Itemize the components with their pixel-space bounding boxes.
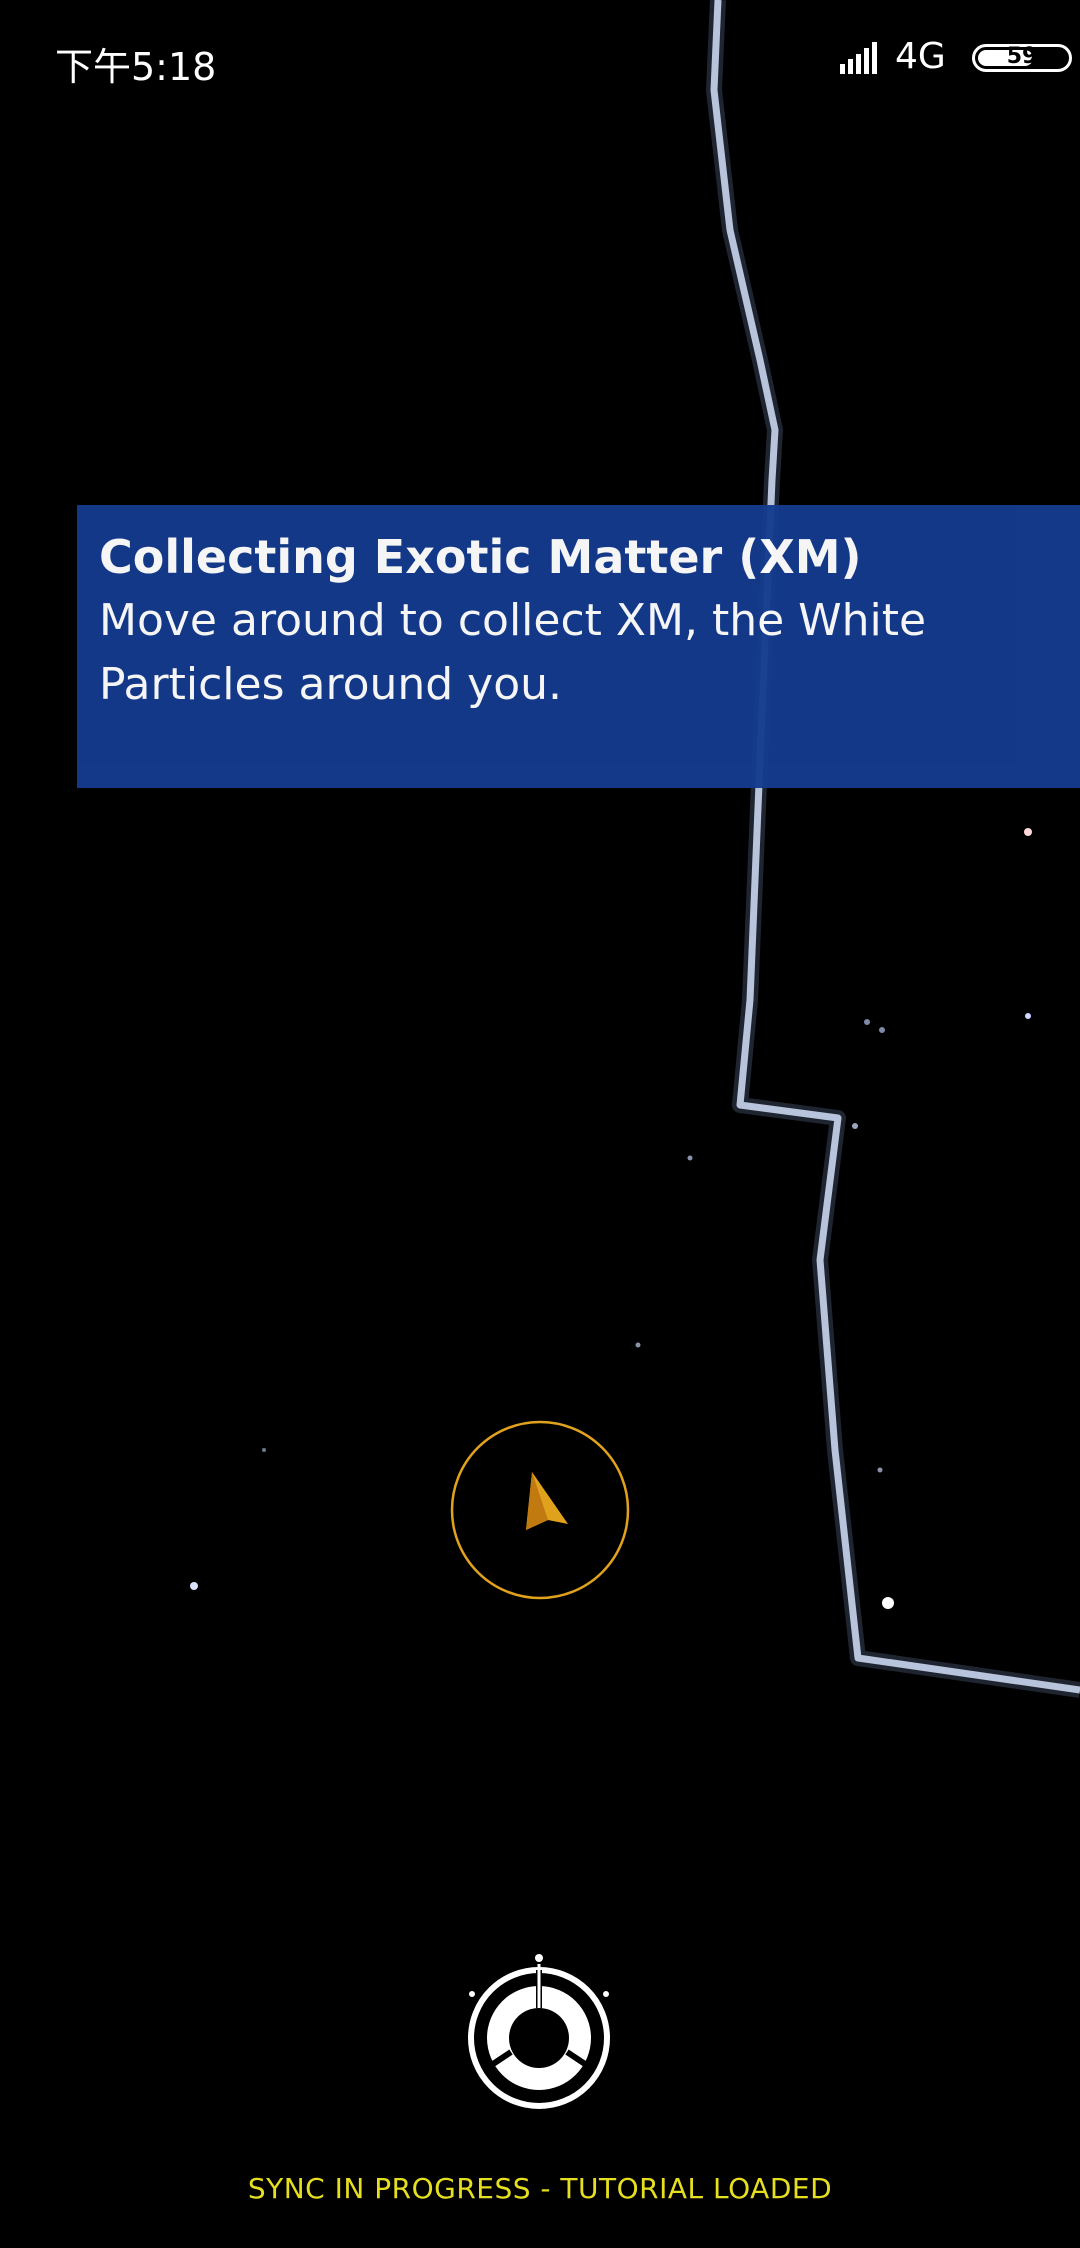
xm-particle — [882, 1597, 894, 1609]
tutorial-title: Collecting Exotic Matter (XM) — [99, 530, 862, 584]
map-road-core — [710, 0, 1080, 1694]
status-bar: 下午5:18 4G 59 — [0, 0, 1080, 120]
game-map[interactable] — [0, 0, 1080, 2248]
xm-particle — [852, 1123, 858, 1129]
xm-particle — [687, 1155, 693, 1161]
signal-bars-icon — [840, 42, 877, 74]
tutorial-panel[interactable]: Collecting Exotic Matter (XM) Move aroun… — [77, 505, 1080, 788]
map-road — [706, 0, 1080, 1698]
battery-icon: 59 — [972, 44, 1072, 72]
xm-particle — [1025, 1013, 1031, 1019]
xm-particle — [262, 1448, 266, 1452]
ops-menu-button[interactable] — [464, 1952, 614, 2112]
battery-level: 59 — [1006, 44, 1038, 69]
ops-menu-icon — [468, 1954, 610, 2109]
xm-particle — [864, 1019, 870, 1025]
xm-particle — [1024, 828, 1032, 836]
tutorial-body: Move around to collect XM, the White Par… — [99, 595, 927, 710]
xm-particle — [190, 1582, 198, 1590]
player-marker[interactable] — [450, 1420, 630, 1600]
xm-particle — [635, 1342, 641, 1348]
network-type: 4G — [895, 36, 946, 77]
player-arrow-icon — [526, 1472, 568, 1530]
xm-particle — [877, 1467, 883, 1473]
xm-particle — [879, 1027, 885, 1033]
sync-status-text: SYNC IN PROGRESS - TUTORIAL LOADED — [247, 2172, 833, 2205]
status-time: 下午5:18 — [55, 45, 217, 89]
